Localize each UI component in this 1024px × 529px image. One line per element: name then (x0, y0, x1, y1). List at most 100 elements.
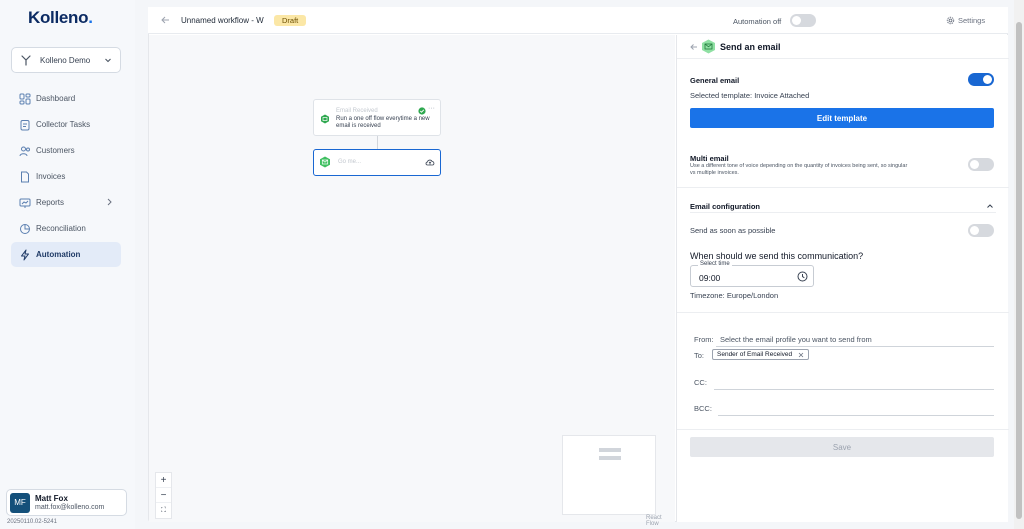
field-underline (718, 415, 994, 416)
field-underline (714, 389, 994, 390)
select-time-value: 09:00 (699, 273, 721, 283)
field-underline (716, 346, 994, 347)
timezone-text: Timezone: Europe/London (690, 291, 779, 300)
node-connector (377, 136, 378, 149)
chevron-up-icon[interactable] (986, 203, 994, 209)
page-scrollbar[interactable] (1014, 0, 1024, 529)
general-email-toggle[interactable] (968, 73, 994, 86)
multi-email-toggle[interactable] (968, 158, 994, 171)
flow-canvas[interactable]: Email Received Run a one off flow everyt… (149, 35, 675, 527)
sidebar-item-label: Collector Tasks (36, 120, 91, 129)
email-configuration-label: Email configuration (690, 202, 761, 211)
email-node-icon (701, 39, 716, 54)
recipient-chip-label: Sender of Email Received (717, 351, 793, 358)
sidebar-item-collector-tasks[interactable]: Collector Tasks (11, 112, 121, 137)
cc-label: CC: (694, 378, 707, 387)
scrollbar-thumb[interactable] (1016, 22, 1022, 519)
select-time-field[interactable]: Select time 09:00 (690, 261, 814, 287)
from-field[interactable]: From: Select the email profile you want … (694, 333, 994, 347)
workflow-topbar: Unnamed workflow - W Draft Automation of… (148, 7, 1008, 34)
node-status-icon (320, 114, 330, 124)
org-selector[interactable]: Kolleno Demo (11, 47, 121, 73)
sidebar-item-label: Invoices (36, 172, 66, 181)
selected-template-text: Selected template: Invoice Attached (690, 91, 810, 100)
org-name: Kolleno Demo (40, 55, 91, 65)
to-field[interactable]: To: Sender of Email Received (694, 349, 994, 363)
save-button[interactable]: Save (690, 437, 994, 457)
react-flow-attribution[interactable]: React Flow (646, 515, 675, 527)
kolleno-logo[interactable]: Kolleno. (28, 8, 93, 28)
recipient-chip[interactable]: Sender of Email Received (712, 349, 810, 360)
close-icon[interactable] (798, 352, 804, 358)
reports-icon (19, 197, 31, 209)
customers-icon (19, 145, 31, 157)
automation-toggle[interactable] (790, 14, 816, 27)
divider (677, 429, 1009, 430)
sidebar-nav: Dashboard Collector Tasks Customers Invo… (11, 86, 121, 268)
from-placeholder: Select the email profile you want to sen… (720, 335, 872, 344)
send-email-panel: Send an email General email Selected tem… (676, 35, 1009, 522)
minimap[interactable] (562, 435, 656, 515)
send-asap-toggle[interactable] (968, 224, 994, 237)
toggle-knob (792, 16, 801, 25)
sidebar-item-automation[interactable]: Automation (11, 242, 121, 267)
action-node-send-email[interactable]: Go me... (313, 149, 441, 176)
bcc-field[interactable]: BCC: (694, 402, 994, 416)
status-badge: Draft (274, 15, 307, 26)
automation-icon (19, 249, 31, 261)
panel-header: Send an email (677, 35, 1009, 59)
back-arrow-icon[interactable] (161, 16, 170, 24)
multi-email-description: Use a different tone of voice depending … (690, 163, 908, 176)
minimap-node (599, 448, 621, 452)
select-time-label: Select time (698, 261, 732, 267)
sidebar-item-reports[interactable]: Reports (11, 190, 121, 215)
sidebar-item-invoices[interactable]: Invoices (11, 164, 121, 189)
user-name: Matt Fox (35, 493, 68, 503)
divider (677, 312, 1009, 313)
divider (690, 212, 996, 213)
clock-icon[interactable] (797, 271, 808, 282)
user-email: matt.fox@kolleno.com (35, 503, 105, 511)
sidebar-item-label: Reconciliation (36, 224, 86, 233)
sidebar-item-label: Customers (36, 146, 75, 155)
cloud-upload-icon[interactable] (425, 158, 435, 166)
sidebar-item-label: Automation (36, 250, 81, 259)
automation-toggle-label: Automation off (733, 17, 782, 26)
toggle-knob (970, 160, 979, 169)
to-label: To: (694, 351, 705, 360)
more-options-icon[interactable]: ··· (428, 105, 435, 112)
back-arrow-icon[interactable] (690, 43, 698, 51)
sidebar-item-label: Reports (36, 198, 65, 207)
fit-view-button[interactable]: ⛶ (156, 503, 171, 518)
bcc-label: BCC: (694, 404, 712, 413)
reconciliation-icon (19, 223, 31, 235)
invoices-icon (19, 171, 31, 183)
user-profile-card[interactable]: MF Matt Fox matt.fox@kolleno.com (6, 489, 127, 516)
avatar: MF (10, 492, 30, 513)
dashboard-icon (19, 93, 31, 105)
general-email-label: General email (690, 76, 740, 85)
node-description: Run a one off flow everytime a new email… (336, 116, 430, 129)
sidebar-item-label: Dashboard (36, 94, 76, 103)
toggle-knob (983, 75, 992, 84)
from-label: From: (694, 335, 714, 344)
toggle-knob (970, 226, 979, 235)
cc-field[interactable]: CC: (694, 376, 994, 390)
sidebar-item-customers[interactable]: Customers (11, 138, 121, 163)
sidebar-item-dashboard[interactable]: Dashboard (11, 86, 121, 111)
tasks-icon (19, 119, 31, 131)
minimap-node (599, 456, 621, 460)
email-node-icon (319, 156, 331, 168)
divider (677, 187, 1009, 188)
settings-button[interactable]: Settings (946, 16, 985, 25)
check-icon (418, 107, 426, 115)
zoom-out-button[interactable]: − (156, 488, 171, 503)
node-title: Go me... (338, 159, 362, 165)
trigger-node-email-received[interactable]: Email Received Run a one off flow everyt… (313, 99, 441, 136)
send-time-question: When should we send this communication? (690, 251, 864, 261)
sidebar-item-reconciliation[interactable]: Reconciliation (11, 216, 121, 241)
workflow-name[interactable]: Unnamed workflow - W (181, 16, 264, 25)
edit-template-button[interactable]: Edit template (690, 108, 994, 128)
panel-title: Send an email (720, 42, 781, 52)
zoom-in-button[interactable]: + (156, 473, 171, 488)
